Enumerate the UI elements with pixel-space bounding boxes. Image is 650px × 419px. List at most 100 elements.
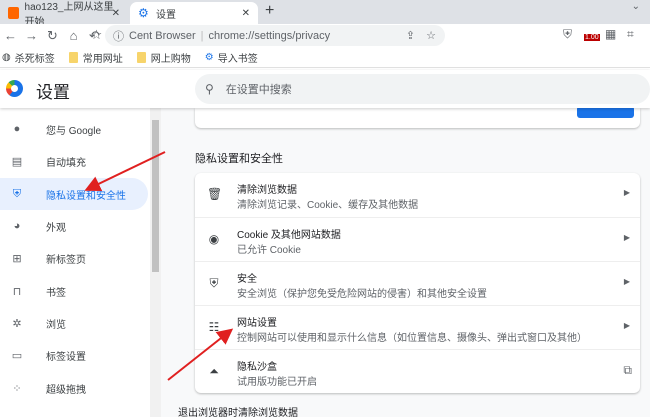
sidebar-item-label: 外观 bbox=[46, 222, 66, 234]
sidebar-item-browse[interactable]: ✲ 浏览 bbox=[0, 307, 148, 339]
sidebar-item-label: 隐私设置和安全性 bbox=[46, 190, 126, 202]
row-desc: 已允许 Cookie bbox=[237, 245, 301, 256]
folder-icon bbox=[136, 51, 146, 63]
shield-extension-icon[interactable]: ⛨ bbox=[563, 27, 572, 42]
new-tab-button[interactable]: + bbox=[265, 2, 274, 20]
sidebar-item-tab-settings[interactable]: ▭ 标签设置 bbox=[0, 339, 148, 371]
extension-badge[interactable]: 1.00 bbox=[584, 34, 600, 41]
row-title: 网站设置 bbox=[237, 318, 277, 329]
drag-icon: ⁘ bbox=[12, 382, 22, 395]
search-icon: ⚲ bbox=[205, 82, 214, 96]
row-site-settings[interactable]: ☷ 网站设置控制网站可以使用和显示什么信息（如位置信息、摄像头、弹出式窗口及其他）… bbox=[195, 305, 640, 349]
bookmark-folder[interactable]: 网上购物 bbox=[136, 50, 191, 65]
toolbar: ← → ↻ ⌂ ↶ ⓘ Cent Browser | chrome://sett… bbox=[0, 24, 650, 47]
grid-extension-icon[interactable]: ▦ bbox=[605, 27, 616, 41]
trash-icon: 🗑 bbox=[207, 187, 223, 201]
settings-header: 设置 ⚲ 在设置中搜索 bbox=[0, 70, 650, 108]
sidebar-item-label: 超级拖拽 bbox=[46, 384, 86, 396]
sidebar-item-label: 新标签页 bbox=[46, 254, 86, 266]
globe-icon: ◍ bbox=[2, 51, 11, 63]
tab-search-chevron-icon[interactable]: ⌄ bbox=[632, 1, 640, 12]
row-security[interactable]: ⛨ 安全安全浏览（保护您免受危险网站的侵害）和其他安全设置 ▶ bbox=[195, 261, 640, 305]
sidebar-item-new-tab[interactable]: ⊞ 新标签页 bbox=[0, 242, 148, 274]
bookmark-item[interactable]: ⚙ 导入书签 bbox=[205, 50, 258, 65]
row-title: Cookie 及其他网站数据 bbox=[237, 230, 341, 241]
scrollbar-thumb[interactable] bbox=[152, 120, 159, 272]
browser-logo bbox=[6, 80, 23, 97]
sidebar-item-appearance[interactable]: ◕ 外观 bbox=[0, 210, 148, 242]
sidebar-item-label: 浏览 bbox=[46, 319, 66, 331]
home-icon[interactable]: ⌂ bbox=[63, 28, 84, 43]
bookmark-folder[interactable]: 常用网址 bbox=[68, 50, 123, 65]
cookie-icon: ◉ bbox=[208, 232, 220, 246]
row-desc: 试用版功能已开启 bbox=[237, 377, 317, 388]
bookmark-label: 网上购物 bbox=[150, 53, 191, 65]
tab-icon: ▭ bbox=[11, 349, 23, 362]
bookmark-star-icon[interactable]: ☆ bbox=[426, 29, 436, 42]
flask-icon: ⏶ bbox=[209, 364, 219, 378]
settings-main: 隐私设置和安全性 🗑 清除浏览数据清除浏览记录、Cookie、缓存及其他数据 ▶ ◉… bbox=[161, 106, 650, 419]
tab-title: 设置 bbox=[156, 9, 176, 21]
crop-icon[interactable]: ⌗ bbox=[627, 27, 634, 42]
bookmark-label: 常用网址 bbox=[82, 53, 123, 65]
sidebar-item-label: 您与 Google bbox=[46, 125, 102, 137]
back-icon[interactable]: ← bbox=[0, 28, 21, 43]
chevron-right-icon: ▶ bbox=[623, 233, 630, 242]
browser-brand: Cent Browser bbox=[129, 29, 196, 42]
row-clear-browsing-data[interactable]: 🗑 清除浏览数据清除浏览记录、Cookie、缓存及其他数据 ▶ bbox=[195, 173, 640, 217]
page-title: 设置 bbox=[36, 83, 70, 102]
reload-icon[interactable]: ↻ bbox=[42, 28, 63, 44]
divider: | bbox=[200, 29, 204, 42]
row-desc: 安全浏览（保护您免受危险网站的侵害）和其他安全设置 bbox=[237, 289, 487, 300]
tab-hao123[interactable]: hao123_上网从这里开始 ✕ bbox=[0, 2, 128, 28]
row-title: 清除浏览数据 bbox=[237, 185, 297, 196]
bookmark-icon: ⊓ bbox=[12, 285, 22, 298]
sidebar-item-super-drag[interactable]: ⁘ 超级拖拽 bbox=[0, 372, 148, 404]
sidebar-item-label: 书签 bbox=[46, 287, 66, 299]
sidebar-item-autofill[interactable]: ▤ 自动填充 bbox=[0, 145, 148, 177]
sidebar-item-you-and-google[interactable]: ● 您与 Google bbox=[0, 113, 148, 145]
sidebar-item-label: 自动填充 bbox=[46, 157, 86, 169]
chevron-right-icon: ▶ bbox=[623, 188, 630, 197]
hao123-icon bbox=[8, 7, 19, 19]
bookmark-item[interactable]: ◍ 杀死标签 bbox=[2, 50, 55, 65]
gear-icon: ⚙ bbox=[204, 51, 214, 63]
external-link-icon: ⧉ bbox=[623, 363, 632, 377]
section-title: 隐私设置和安全性 bbox=[195, 153, 283, 165]
row-privacy-sandbox[interactable]: ⏶ 隐私沙盒试用版功能已开启 ⧉ bbox=[195, 349, 640, 393]
sidebar-item-bookmarks[interactable]: ⊓ 书签 bbox=[0, 275, 148, 307]
address-bar[interactable]: ⓘ Cent Browser | chrome://settings/priva… bbox=[105, 25, 445, 46]
sidebar-item-privacy[interactable]: ⛨ 隐私设置和安全性 bbox=[0, 178, 148, 210]
info-icon[interactable]: ⓘ bbox=[113, 28, 124, 44]
previous-card bbox=[195, 106, 640, 128]
bookmark-label: 导入书签 bbox=[217, 53, 258, 65]
row-title: 安全 bbox=[237, 274, 257, 285]
shield-icon: ⛨ bbox=[12, 187, 22, 200]
tab-settings[interactable]: ⚙ 设置 ✕ bbox=[130, 2, 258, 24]
sidebar-item-label: 标签设置 bbox=[46, 351, 86, 363]
clipboard-icon: ▤ bbox=[11, 155, 23, 168]
forward-icon[interactable]: → bbox=[21, 28, 42, 43]
share-icon[interactable]: ⇪ bbox=[406, 29, 415, 42]
row-desc: 控制网站可以使用和显示什么信息（如位置信息、摄像头、弹出式窗口及其他） bbox=[237, 333, 587, 344]
sidebar-scrollbar[interactable] bbox=[150, 108, 161, 417]
star-icon[interactable]: ☆ bbox=[86, 27, 107, 43]
palette-icon: ◕ bbox=[13, 220, 21, 232]
browse-icon: ✲ bbox=[12, 317, 22, 330]
search-placeholder: 在设置中搜索 bbox=[225, 84, 292, 96]
url-text: chrome://settings/privacy bbox=[208, 29, 331, 42]
sidebar: ● 您与 Google ▤ 自动填充 ⛨ 隐私设置和安全性 ◕ 外观 ⊞ 新标签页 ⊓ 书签… bbox=[0, 108, 150, 417]
close-tab-icon[interactable]: ✕ bbox=[112, 8, 120, 19]
close-tab-icon[interactable]: ✕ bbox=[242, 8, 250, 19]
row-desc: 清除浏览记录、Cookie、缓存及其他数据 bbox=[237, 200, 419, 211]
chevron-right-icon: ▶ bbox=[623, 277, 630, 286]
privacy-card: 🗑 清除浏览数据清除浏览记录、Cookie、缓存及其他数据 ▶ ◉ Cookie 及其… bbox=[195, 173, 640, 393]
row-title: 隐私沙盒 bbox=[237, 362, 277, 373]
settings-search-input[interactable]: ⚲ 在设置中搜索 bbox=[195, 74, 650, 104]
row-cookies[interactable]: ◉ Cookie 及其他网站数据 已允许 Cookie ▶ bbox=[195, 217, 640, 261]
sliders-icon: ☷ bbox=[208, 320, 220, 334]
shield-icon: ⛨ bbox=[209, 276, 219, 290]
person-icon: ● bbox=[13, 123, 21, 135]
tab-strip: hao123_上网从这里开始 ✕ ⚙ 设置 ✕ + ⌄ bbox=[0, 0, 650, 28]
chevron-right-icon: ▶ bbox=[623, 321, 630, 330]
